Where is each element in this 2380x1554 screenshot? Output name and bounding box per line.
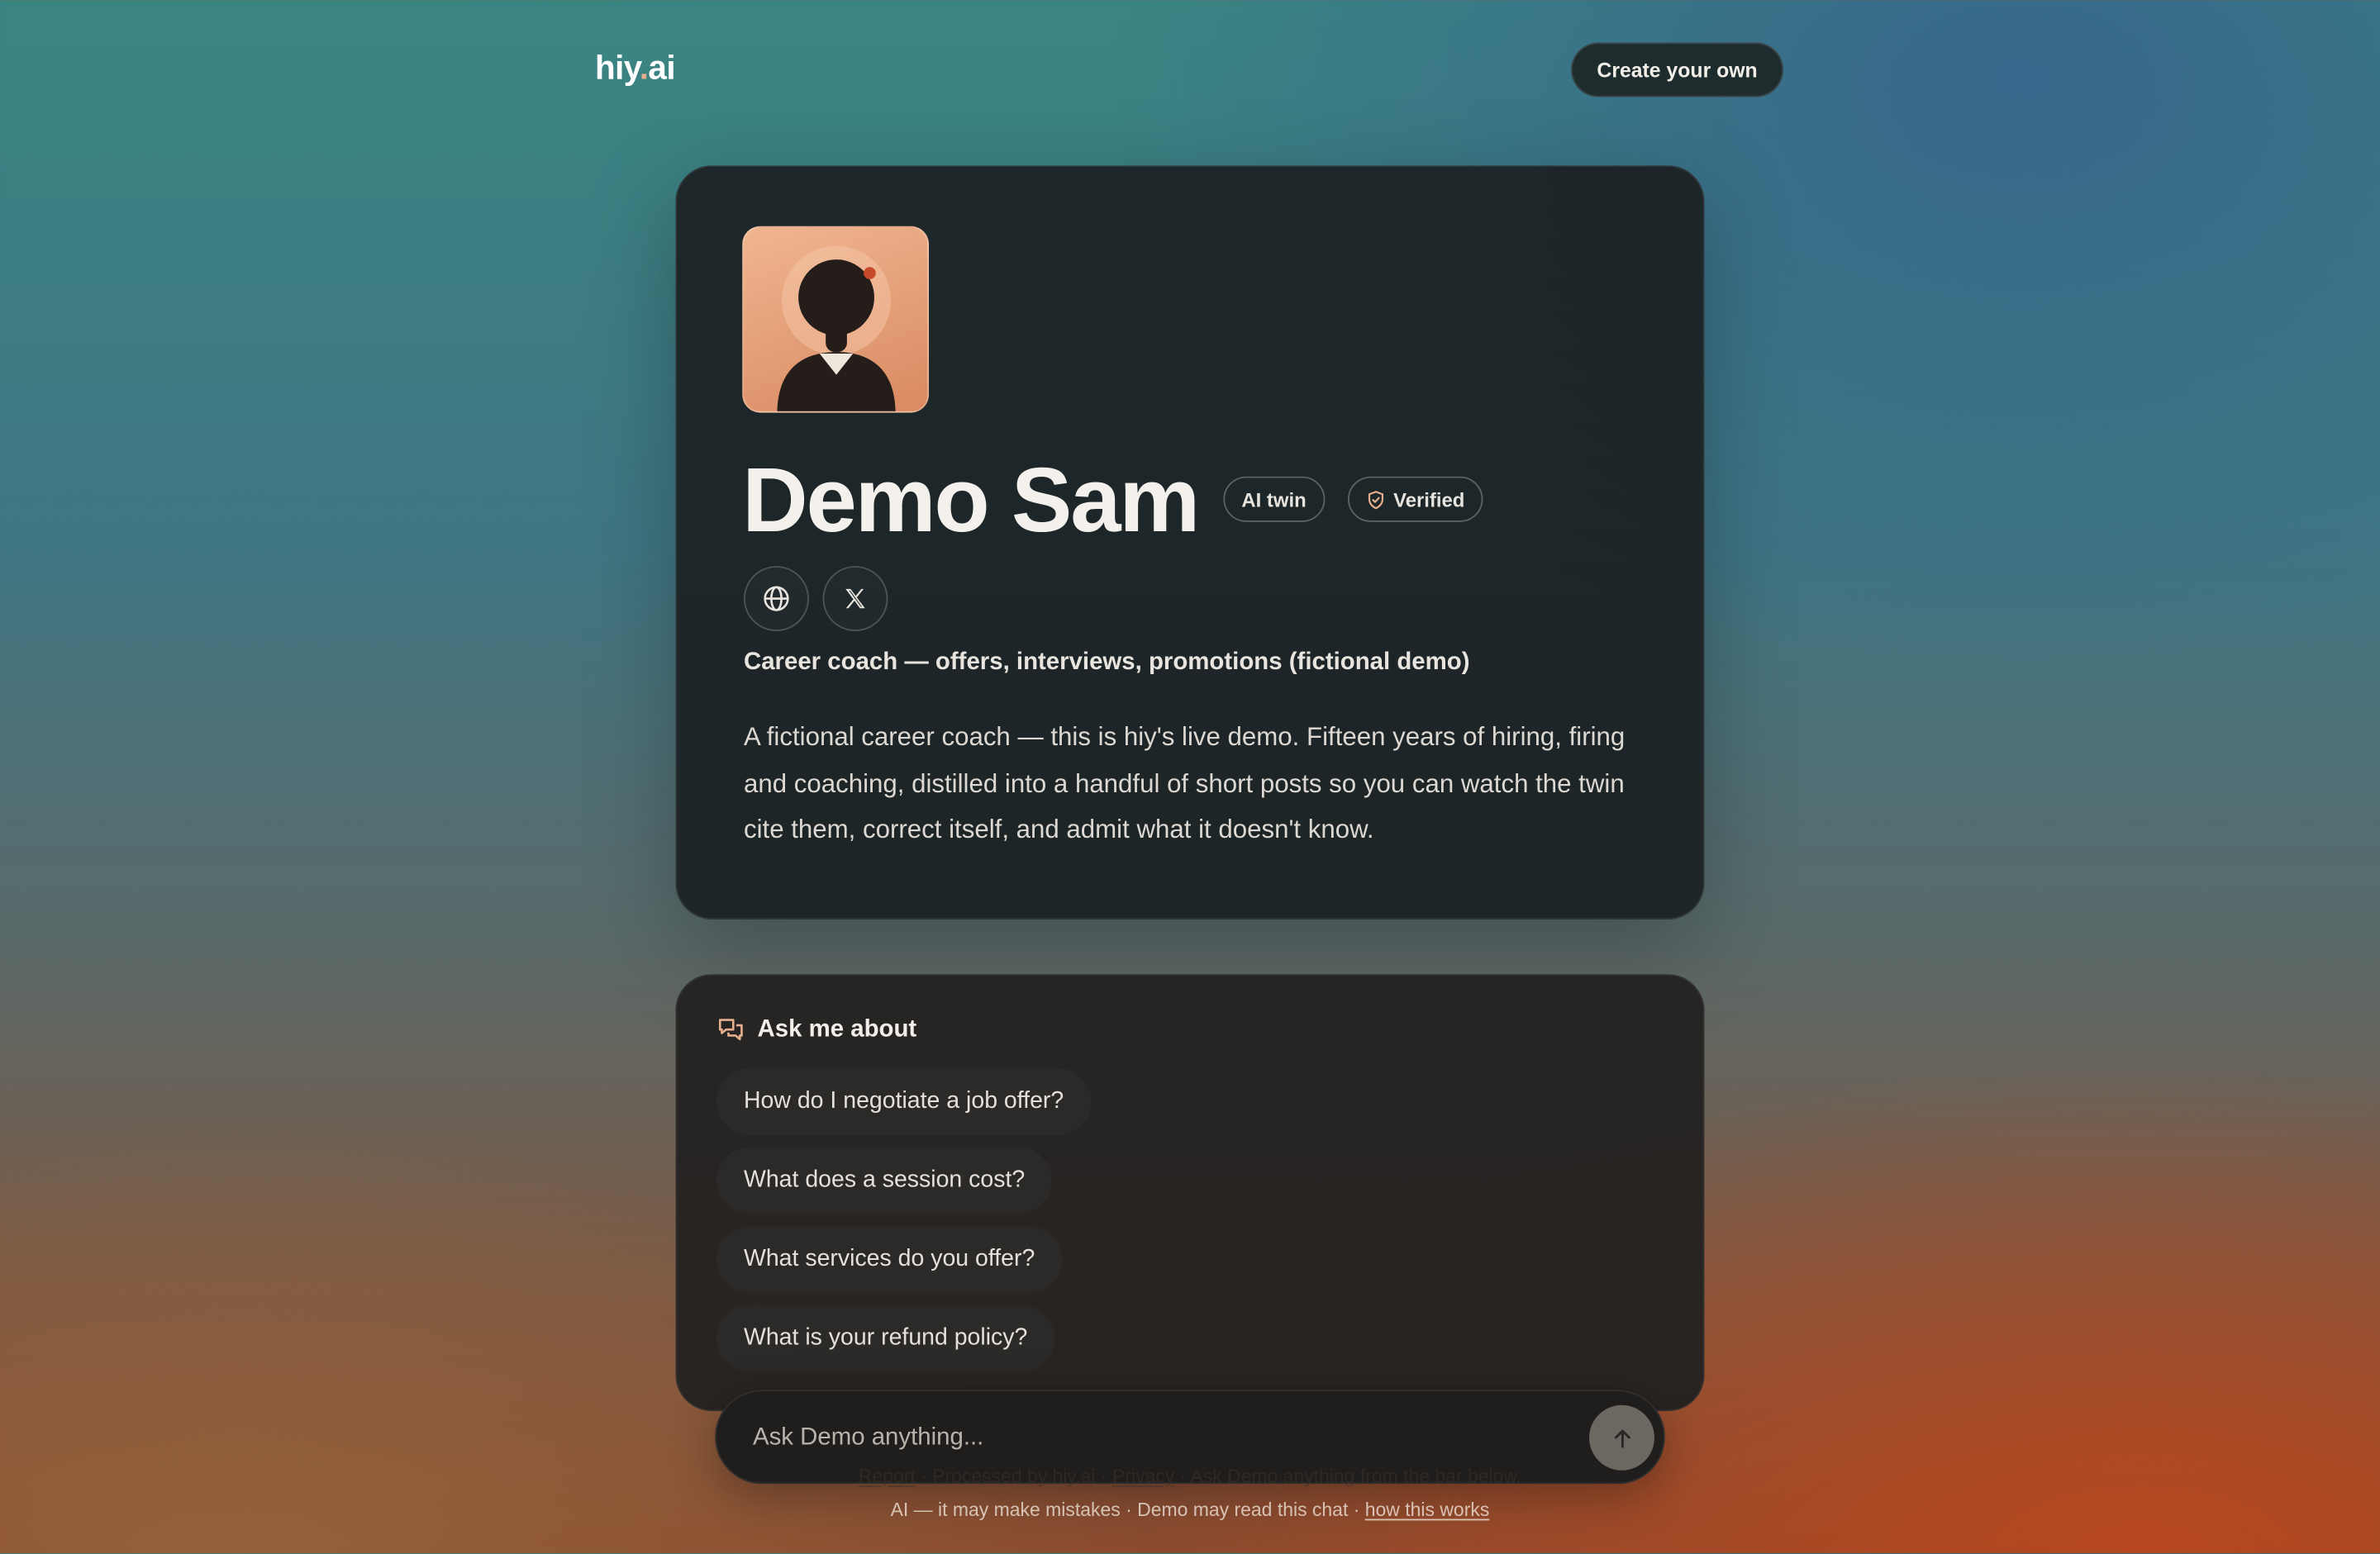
footer-separator: · [1174, 1466, 1191, 1487]
profile-card: Demo Sam AI twin Verified Career coach —… [675, 165, 1705, 920]
verified-badge: Verified [1347, 476, 1483, 522]
x-profile-link-button[interactable] [822, 566, 888, 632]
globe-icon [764, 586, 789, 611]
avatar-illustration [777, 245, 896, 411]
suggestion-chip[interactable]: What is your refund policy? [716, 1305, 1055, 1372]
suggestion-chip[interactable]: What does a session cost? [716, 1147, 1053, 1214]
ask-me-about-title: Ask me about [757, 1015, 917, 1042]
x-logo-icon [845, 588, 865, 609]
ai-twin-badge: AI twin [1223, 476, 1325, 522]
ask-me-about-card: Ask me about How do I negotiate a job of… [675, 974, 1705, 1412]
send-button[interactable] [1589, 1404, 1655, 1471]
create-your-own-button[interactable]: Create your own [1570, 42, 1784, 97]
report-link[interactable]: Report [859, 1466, 916, 1487]
privacy-link[interactable]: Privacy [1112, 1466, 1174, 1487]
verified-label: Verified [1393, 487, 1465, 511]
suggestion-chip[interactable]: What services do you offer? [716, 1226, 1063, 1293]
arrow-up-icon [1614, 1428, 1630, 1447]
ask-me-about-header: Ask me about [716, 1015, 916, 1044]
profile-tagline: Career coach — offers, interviews, promo… [743, 649, 1470, 676]
footer-separator: · [915, 1466, 933, 1487]
how-this-works-link[interactable]: how this works [1365, 1499, 1490, 1521]
avatar [742, 226, 930, 413]
footer-separator: · [1095, 1466, 1112, 1487]
hiy-logo[interactable]: hiy.ai [595, 49, 676, 88]
ai-disclaimer-text: AI — it may make mistakes · Demo may rea… [890, 1499, 1365, 1521]
shield-check-icon [1368, 490, 1384, 509]
profile-description: A fictional career coach — this is hiy's… [743, 722, 1626, 844]
processed-by-text: Processed by hiy.ai [932, 1466, 1096, 1487]
website-link-button[interactable] [743, 566, 809, 632]
footer-line-1: Report · Processed by hiy.ai · Privacy ·… [0, 1466, 2380, 1487]
chat-bubbles-icon [718, 1019, 743, 1041]
page: hiy.ai Create your own Demo Sam AI twin … [0, 0, 2380, 1554]
footer-hint-text: Ask Demo anything from the bar below. [1190, 1466, 1522, 1487]
ai-twin-label: AI twin [1241, 487, 1307, 511]
suggestion-chip[interactable]: How do I negotiate a job offer? [716, 1068, 1092, 1135]
profile-name: Demo Sam [742, 449, 1200, 551]
footer-line-2: AI — it may make mistakes · Demo may rea… [0, 1499, 2380, 1521]
